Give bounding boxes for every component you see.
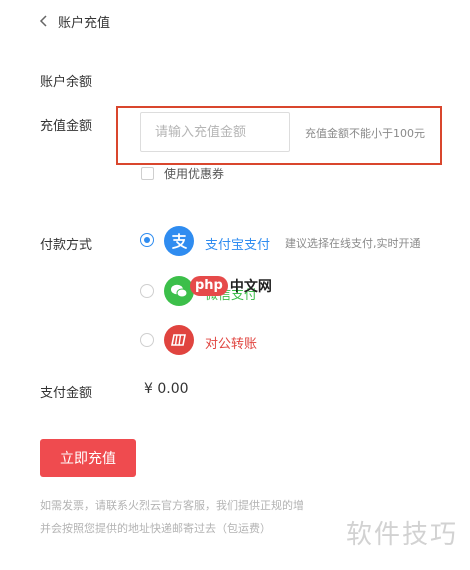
php-cn-logo: php 中文网 <box>190 274 272 298</box>
watermark-text: 软件技巧 <box>345 520 458 550</box>
alipay-label[interactable]: 支付宝支付 <box>205 234 270 253</box>
alipay-description: 建议选择在线支付,实时开通 <box>285 237 421 250</box>
php-logo-text: 中文网 <box>229 279 272 295</box>
recharge-amount-input[interactable] <box>140 112 290 152</box>
total-amount-value: ¥ 0.00 <box>144 381 189 397</box>
alipay-radio[interactable] <box>140 233 154 247</box>
coupon-label[interactable]: 使用优惠券 <box>164 165 224 182</box>
alipay-icon <box>164 226 194 256</box>
recharge-amount-label: 充值金额 <box>40 119 93 134</box>
invoice-note-line1: 如需发票，请联系火烈云官方客服，我们提供正规的增 <box>40 499 304 512</box>
bank-transfer-icon <box>164 325 194 355</box>
page-title: 账户充值 <box>58 15 111 31</box>
php-logo-mark: php <box>190 276 228 296</box>
amount-hint: 充值金额不能小于100元 <box>305 127 425 140</box>
recharge-page: 账户充值 账户余额 充值金额 充值金额不能小于100元 使用优惠券 付款方式 支… <box>0 0 470 570</box>
bank-transfer-label[interactable]: 对公转账 <box>205 333 257 352</box>
balance-label: 账户余额 <box>40 75 93 90</box>
total-amount-label: 支付金额 <box>40 386 93 401</box>
back-chevron-icon[interactable] <box>38 13 50 29</box>
coupon-checkbox[interactable] <box>141 167 154 180</box>
payment-method-label: 付款方式 <box>40 238 93 253</box>
header: 账户充值 <box>38 11 110 31</box>
bank-transfer-radio[interactable] <box>140 333 154 347</box>
wechat-radio[interactable] <box>140 284 154 298</box>
invoice-note-line2: 并会按照您提供的地址快递邮寄过去（包运费） <box>40 522 271 535</box>
recharge-now-button[interactable]: 立即充值 <box>40 439 136 477</box>
